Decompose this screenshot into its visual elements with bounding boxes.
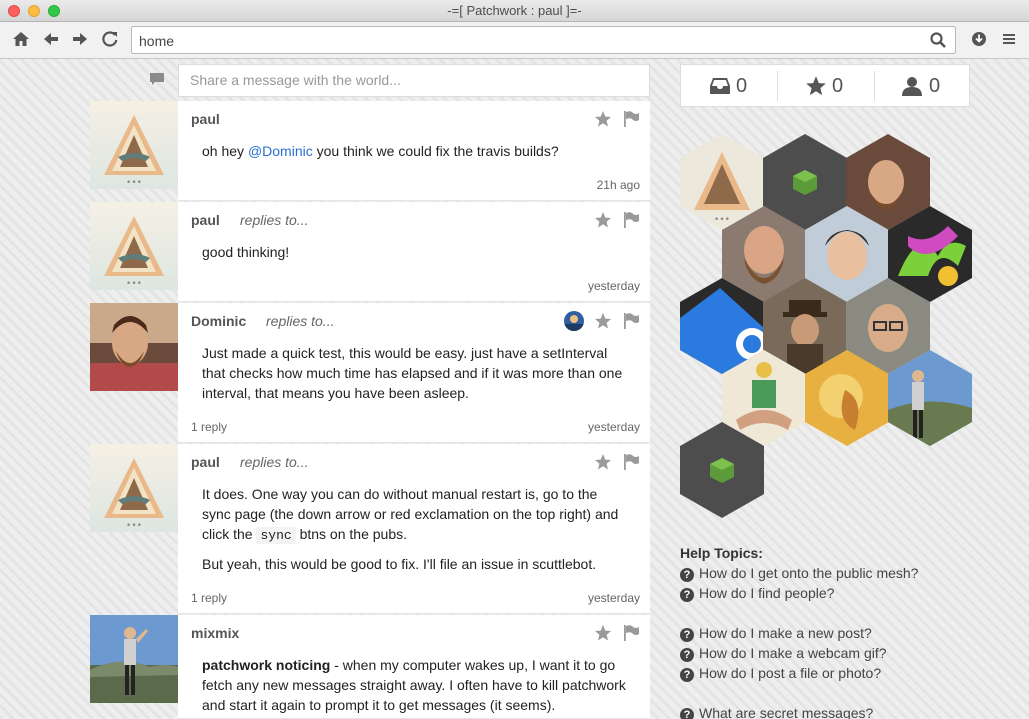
star-icon[interactable] — [594, 211, 612, 229]
stars-stat[interactable]: 0 — [778, 65, 874, 106]
replies-to-link[interactable]: replies to... — [240, 212, 308, 228]
inbox-count: 0 — [736, 75, 748, 97]
post-text: oh hey @Dominic you think we could fix t… — [202, 143, 559, 159]
post-card: Dominic replies to... Just made a quick … — [90, 303, 650, 443]
reply-count-link[interactable]: 1 reply — [191, 420, 227, 434]
reply-count-link[interactable]: 1 reply — [191, 591, 227, 605]
post-text: good thinking! — [202, 244, 290, 260]
help-item-post-file[interactable]: ? How do I post a file or photo? — [680, 665, 881, 682]
forward-icon[interactable] — [69, 30, 91, 50]
address-bar[interactable] — [131, 26, 956, 54]
help-item-new-post[interactable]: ? How do I make a new post? — [680, 625, 872, 642]
post-author[interactable]: paul — [191, 454, 220, 470]
close-window-button[interactable] — [8, 5, 20, 17]
svg-text:•••: ••• — [126, 279, 142, 289]
composer-input[interactable] — [179, 65, 649, 96]
post-text: It does. One way you can do without manu… — [202, 486, 619, 544]
minimize-window-button[interactable] — [28, 5, 40, 17]
stars-count: 0 — [832, 75, 844, 97]
svg-text:•••: ••• — [714, 215, 730, 225]
avatar-paul[interactable]: ••• — [90, 101, 178, 189]
home-icon[interactable] — [10, 30, 32, 50]
star-icon[interactable] — [594, 110, 612, 128]
post-author[interactable]: Dominic — [191, 313, 246, 329]
follows-stat[interactable]: 0 — [875, 65, 971, 106]
message-icon — [149, 72, 165, 86]
post-text-paragraph: But yeah, this would be good to fix. I'l… — [202, 556, 597, 572]
flag-icon[interactable] — [623, 453, 640, 471]
help-item-webcam-gif[interactable]: ? How do I make a webcam gif? — [680, 645, 887, 662]
avatar-paul[interactable]: ••• — [90, 202, 178, 290]
help-item-secret-messages[interactable]: ? What are secret messages? — [680, 705, 873, 719]
post-body: mixmix patchwork noticing - when my comp… — [178, 615, 650, 719]
post-body: Dominic replies to... Just made a quick … — [178, 303, 650, 443]
help-topics-title: Help Topics: — [680, 545, 763, 561]
flag-icon[interactable] — [623, 211, 640, 229]
question-icon: ? — [680, 588, 694, 602]
question-icon: ? — [680, 708, 694, 719]
svg-text:•••: ••• — [126, 178, 142, 188]
post-time[interactable]: yesterday — [588, 591, 640, 605]
help-item-public-mesh[interactable]: ? How do I get onto the public mesh? — [680, 565, 918, 582]
search-icon[interactable] — [929, 31, 947, 49]
inbox-stat[interactable]: 0 — [681, 65, 777, 106]
post-author[interactable]: paul — [191, 111, 220, 127]
post-text: Just made a quick test, this would be ea… — [202, 345, 623, 401]
star-icon[interactable] — [594, 624, 612, 642]
star-icon[interactable] — [594, 453, 612, 471]
star-icon — [805, 75, 827, 97]
avatar-mixmix[interactable] — [90, 615, 178, 703]
avatar-paul[interactable]: ••• — [90, 444, 178, 532]
post-text: patchwork noticing - when my computer wa… — [202, 657, 626, 713]
post-body: paul replies to... good thinking! yester… — [178, 202, 650, 302]
post-card: ••• paul oh hey @Dominic you think we co… — [90, 101, 650, 201]
user-icon — [901, 75, 923, 97]
composer[interactable] — [178, 64, 650, 97]
svg-text:•••: ••• — [126, 521, 142, 531]
question-icon: ? — [680, 628, 694, 642]
menu-icon[interactable] — [998, 30, 1020, 50]
inline-code: sync — [256, 527, 296, 544]
download-icon[interactable] — [968, 30, 990, 50]
window-titlebar: -=[ Patchwork : paul ]=- — [0, 0, 1029, 22]
post-card: ••• paul replies to... It does. One way … — [90, 444, 650, 614]
post-card: ••• paul replies to... good thinking! ye… — [90, 202, 650, 302]
follows-count: 0 — [929, 75, 941, 97]
reload-icon[interactable] — [99, 30, 121, 50]
star-icon[interactable] — [594, 312, 612, 330]
question-icon: ? — [680, 648, 694, 662]
replies-to-link[interactable]: replies to... — [266, 313, 334, 329]
zoom-window-button[interactable] — [48, 5, 60, 17]
reply-avatar[interactable] — [564, 311, 584, 331]
help-item-find-people[interactable]: ? How do I find people? — [680, 585, 834, 602]
browser-toolbar — [0, 22, 1029, 59]
stats-bar: 0 0 0 — [680, 64, 970, 107]
post-body: paul oh hey @Dominic you think we could … — [178, 101, 650, 201]
question-icon: ? — [680, 568, 694, 582]
back-icon[interactable] — [40, 30, 62, 50]
inbox-icon — [709, 75, 731, 97]
window-title: -=[ Patchwork : paul ]=- — [447, 3, 582, 18]
post-author[interactable]: mixmix — [191, 625, 239, 641]
post-time[interactable]: 21h ago — [597, 178, 640, 192]
post-time[interactable]: yesterday — [588, 279, 640, 293]
post-body: paul replies to... It does. One way you … — [178, 444, 650, 614]
avatar-dominic[interactable] — [90, 303, 178, 391]
question-icon: ? — [680, 668, 694, 682]
replies-to-link[interactable]: replies to... — [240, 454, 308, 470]
mention-link[interactable]: @Dominic — [248, 143, 313, 159]
flag-icon[interactable] — [623, 624, 640, 642]
post-time[interactable]: yesterday — [588, 420, 640, 434]
flag-icon[interactable] — [623, 312, 640, 330]
post-author[interactable]: paul — [191, 212, 220, 228]
address-input[interactable] — [139, 32, 919, 50]
flag-icon[interactable] — [623, 110, 640, 128]
post-card: mixmix patchwork noticing - when my comp… — [90, 615, 650, 719]
